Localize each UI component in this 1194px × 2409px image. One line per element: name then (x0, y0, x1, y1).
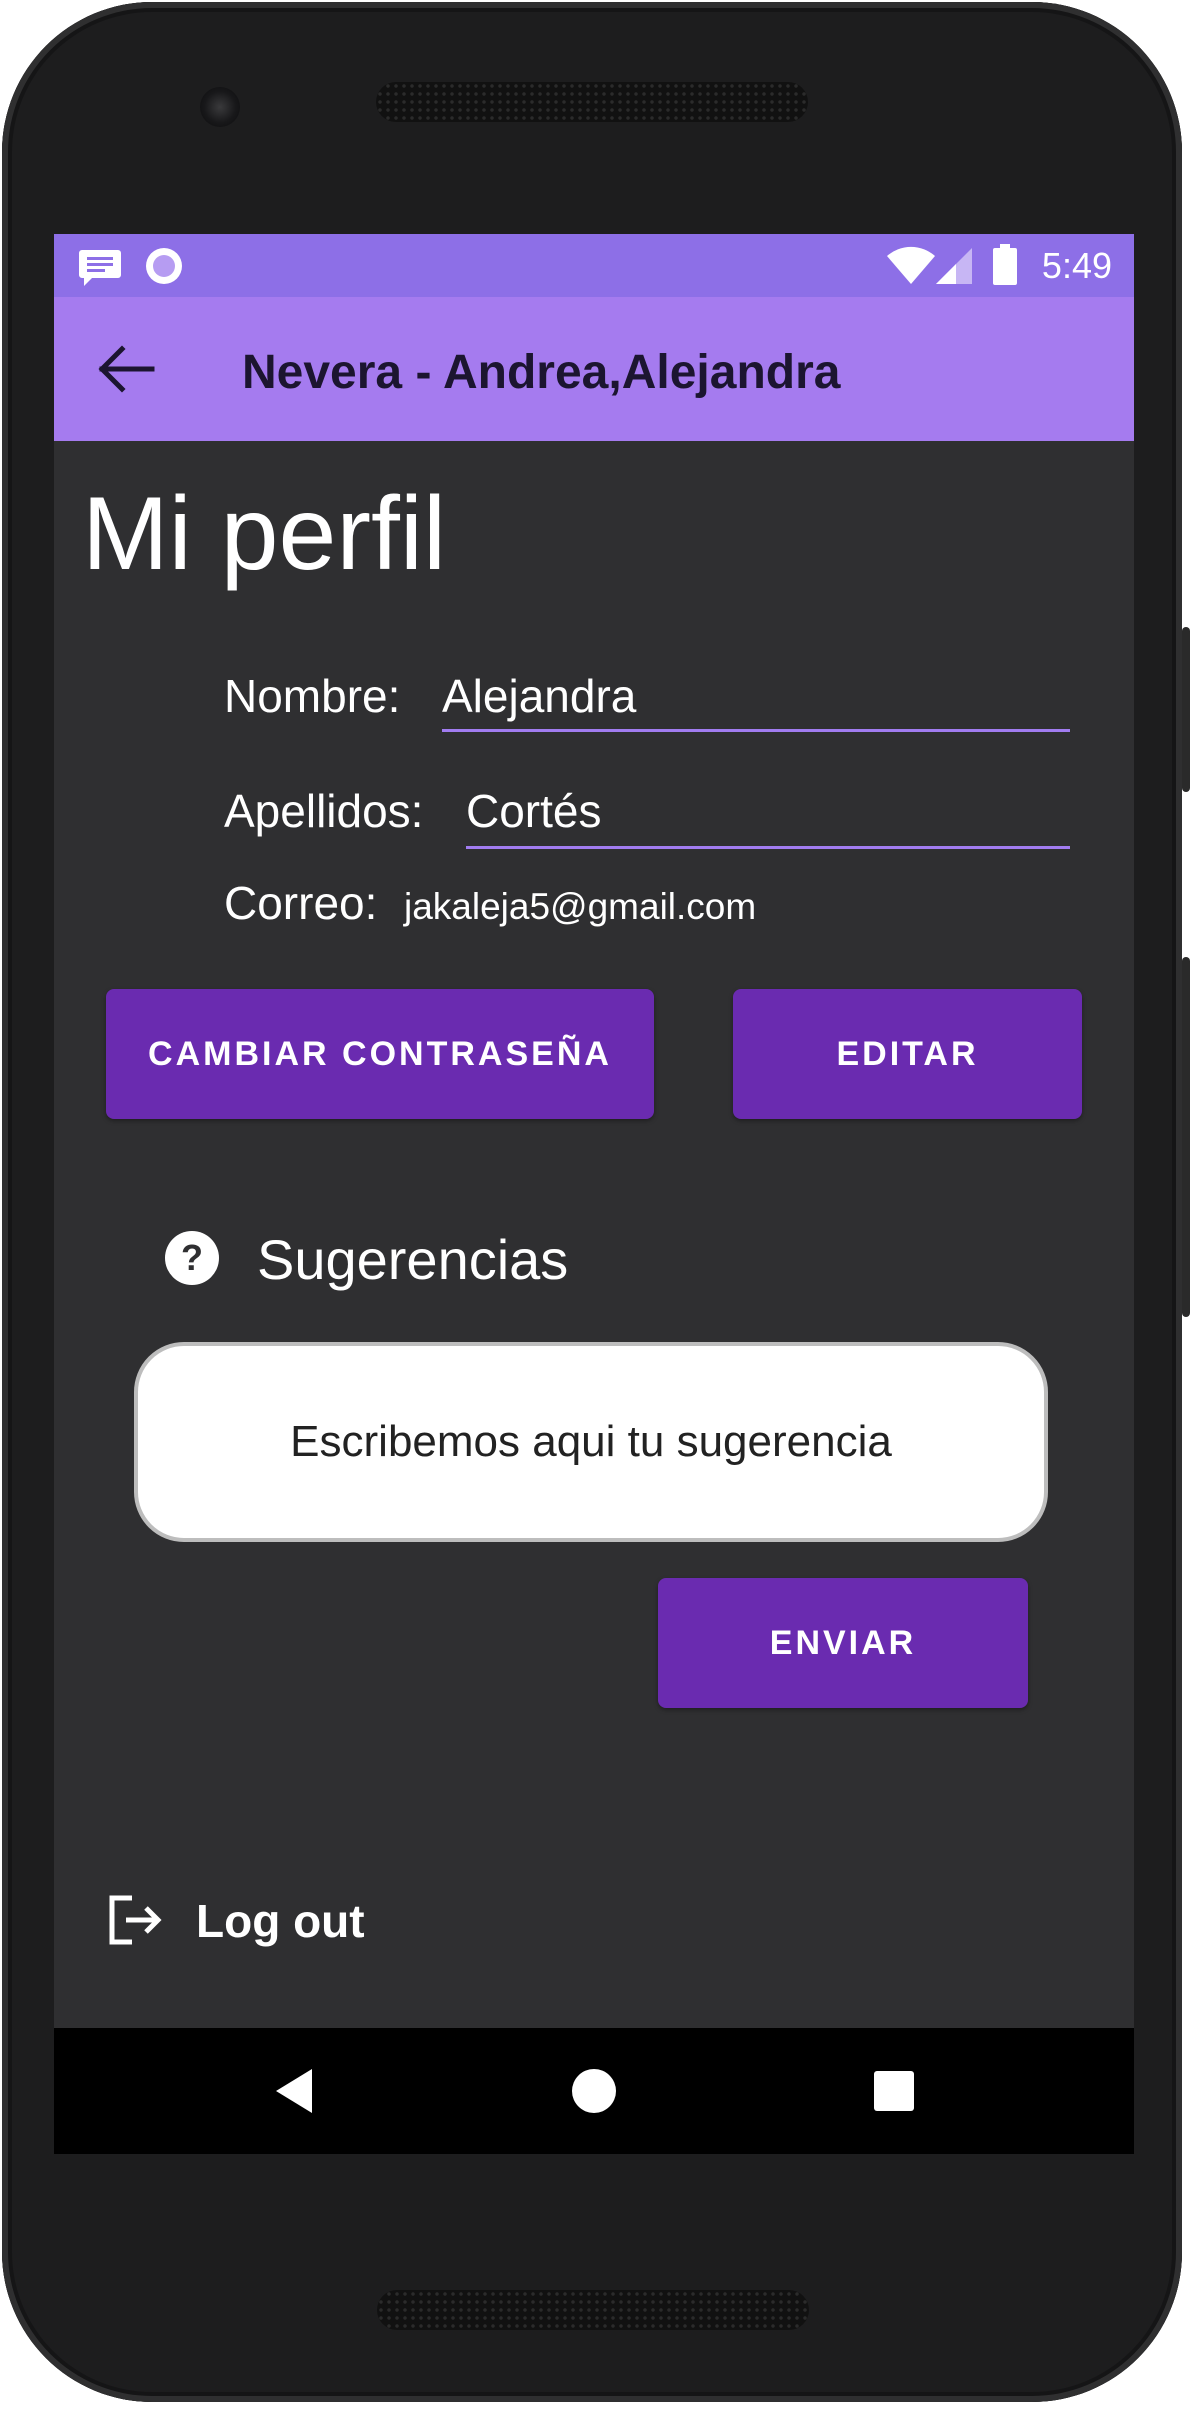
suggestions-title: Sugerencias (257, 1228, 569, 1291)
app-bar-title: Nevera - Andrea,Alejandra (242, 346, 841, 399)
logout-button[interactable]: Log out (196, 1894, 365, 1948)
surname-field-underline (466, 846, 1070, 849)
volume-button (1182, 957, 1190, 1317)
send-button[interactable]: ENVIAR (658, 1578, 1028, 1708)
bottom-speaker (377, 2290, 809, 2330)
front-camera (200, 87, 240, 127)
email-label: Correo: (224, 877, 378, 929)
nav-home-icon[interactable] (564, 2061, 624, 2121)
status-time: 5:49 (1041, 245, 1112, 286)
signal-icon (936, 248, 972, 284)
app-bar: Nevera - Andrea,Alejandra (54, 297, 1134, 441)
circle-notification-icon (146, 248, 182, 284)
phone-frame: 5:49 Nevera - Andrea,Alejandra Mi perfil… (2, 2, 1190, 2402)
battery-icon (993, 244, 1017, 285)
screen: 5:49 Nevera - Andrea,Alejandra Mi perfil… (54, 234, 1134, 2154)
suggestion-input[interactable]: Escribemos aqui tu sugerencia (134, 1342, 1048, 1542)
wifi-icon (887, 246, 935, 284)
arrow-back-icon[interactable] (94, 337, 158, 401)
status-bar: 5:49 (54, 234, 1134, 297)
nav-back-icon[interactable] (264, 2061, 324, 2121)
name-label: Nombre: (224, 670, 401, 722)
navigation-bar (54, 2028, 1134, 2154)
email-value: jakaleja5@gmail.com (404, 886, 757, 927)
message-icon (79, 250, 121, 286)
page-title: Mi perfil (82, 476, 447, 592)
surname-field[interactable]: Cortés (466, 784, 601, 838)
name-field[interactable]: Alejandra (442, 669, 636, 723)
change-password-button[interactable]: CAMBIAR CONTRASEÑA (106, 989, 654, 1119)
power-button (1182, 627, 1190, 792)
edit-button[interactable]: EDITAR (733, 989, 1082, 1119)
svg-text:?: ? (181, 1237, 203, 1278)
nav-recents-icon[interactable] (864, 2061, 924, 2121)
name-field-underline (442, 729, 1070, 732)
surname-label: Apellidos: (224, 785, 424, 837)
help-circle-icon: ? (165, 1231, 219, 1285)
logout-icon[interactable] (106, 1892, 162, 1948)
top-speaker (376, 82, 808, 122)
